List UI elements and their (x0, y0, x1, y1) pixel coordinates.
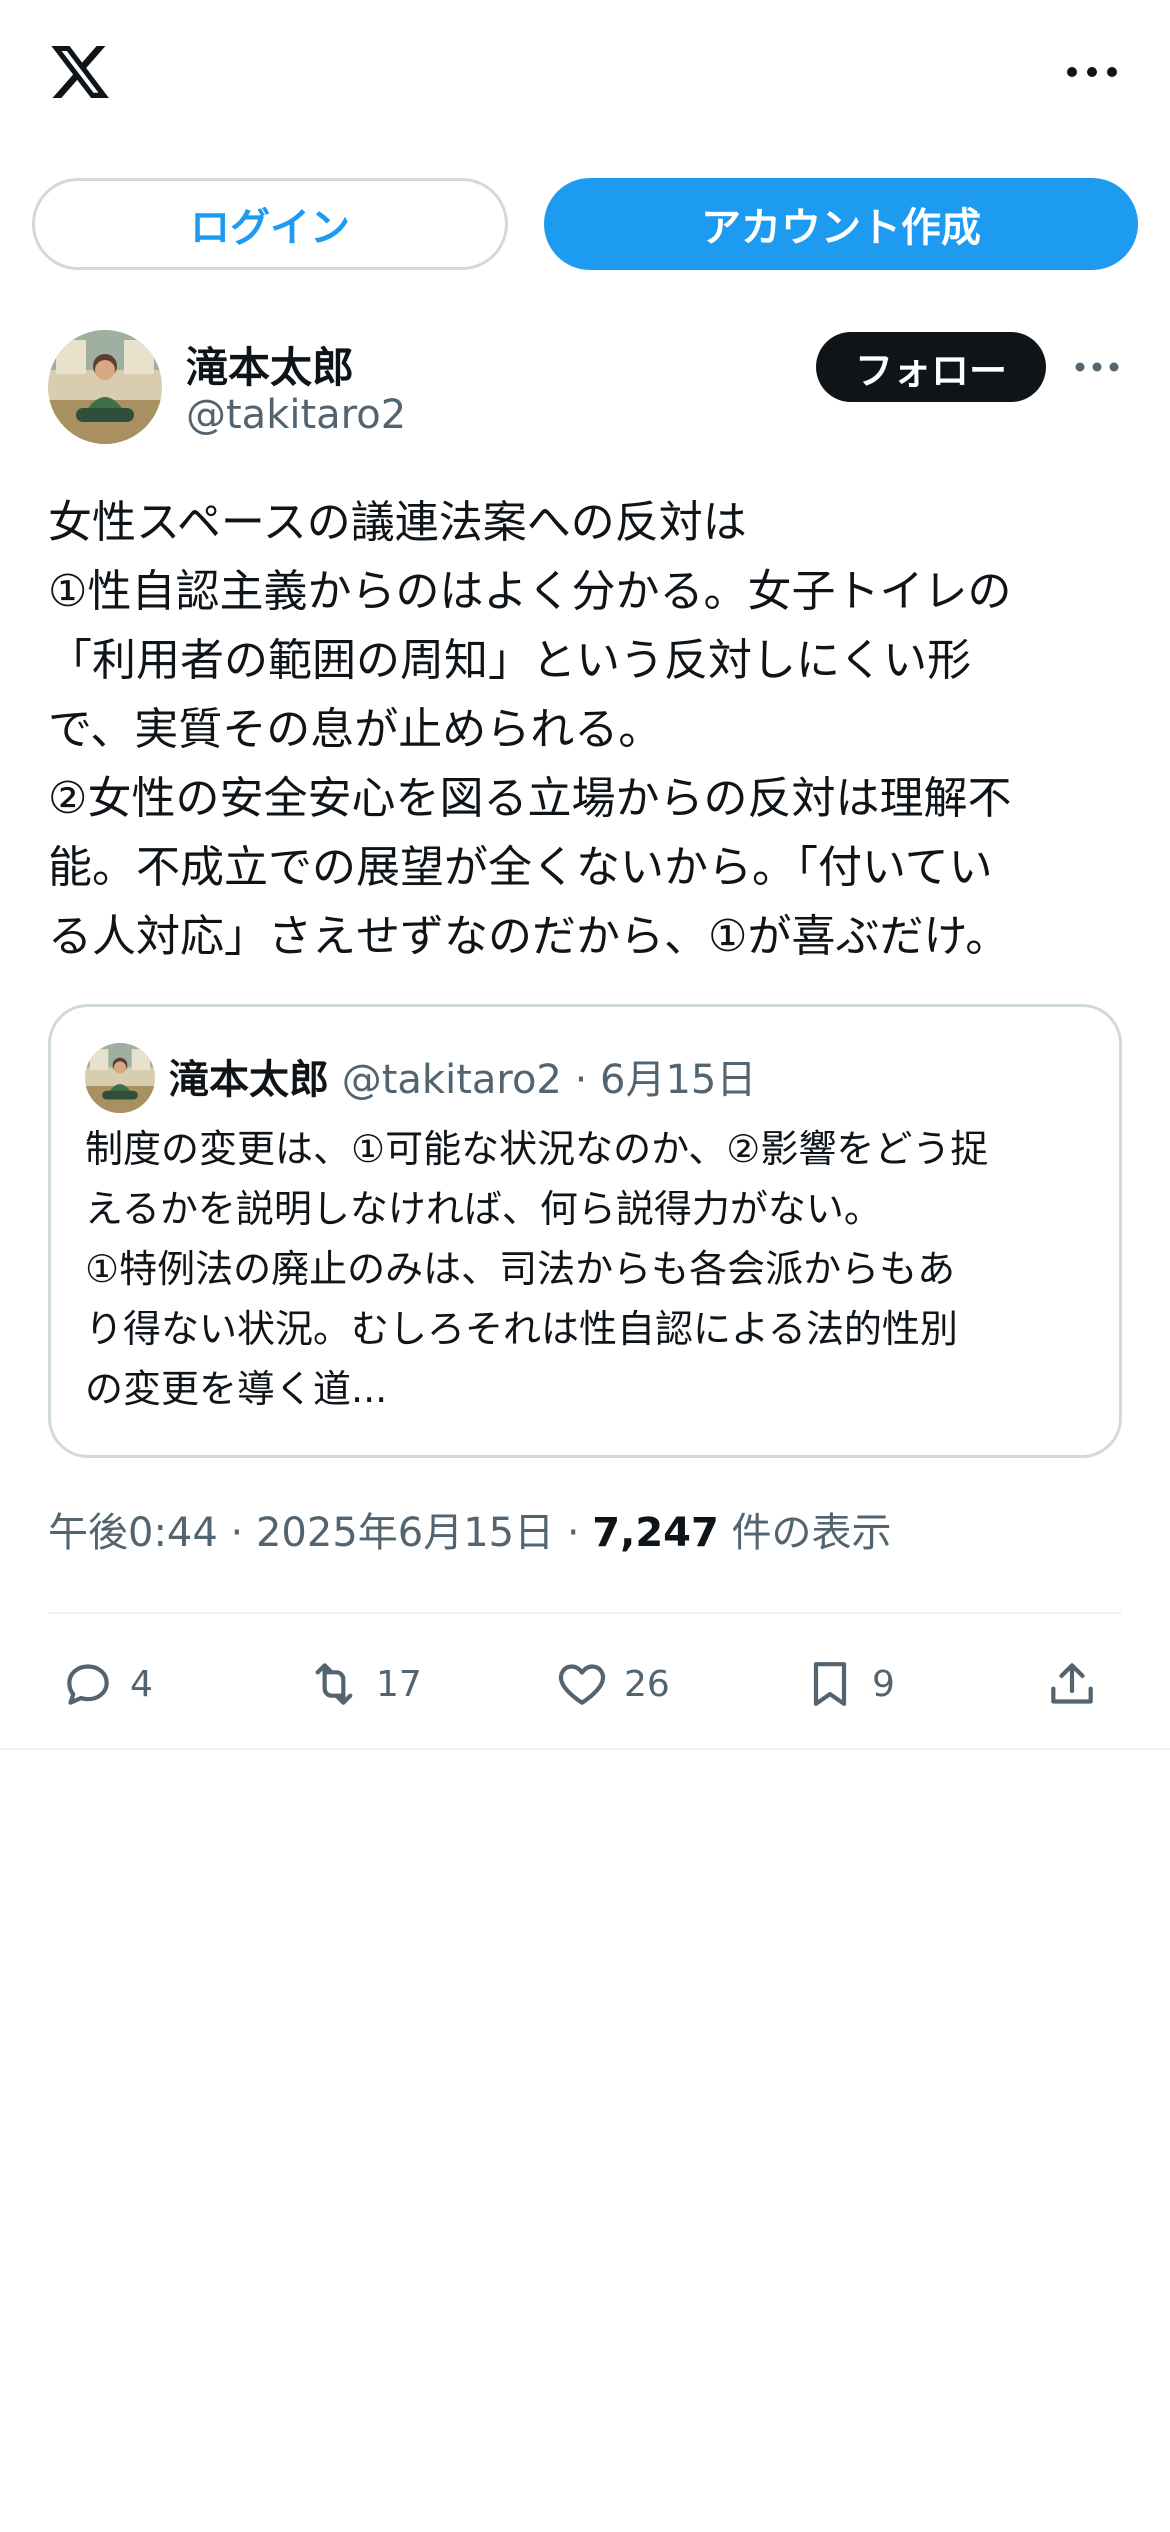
tweet-text: 女性スペースの議連法案への反対は ①性自認主義からのはよく分かる。女子トイレの … (48, 488, 1122, 971)
retweet-button[interactable]: 17 (306, 1644, 422, 1724)
avatar[interactable] (48, 330, 162, 444)
separator: · (566, 1510, 580, 1556)
views-count: 7,247 (592, 1510, 719, 1556)
more-horizontal-icon[interactable] (1072, 350, 1122, 384)
like-button[interactable]: 26 (554, 1644, 670, 1724)
retweet-count: 17 (376, 1663, 422, 1705)
views-label: 件の表示 (731, 1510, 892, 1556)
create-account-button[interactable]: アカウント作成 (544, 178, 1138, 270)
more-horizontal-icon[interactable] (1062, 52, 1122, 92)
author-name[interactable]: 滝本太郎 (186, 334, 354, 395)
quoted-text-line: 制度の変更は、①可能な状況なのか、②影響をどう捉 (85, 1127, 989, 1171)
follow-button[interactable]: フォロー (816, 332, 1046, 402)
bookmark-icon (813, 1662, 847, 1706)
quoted-header: 滝本太郎 @takitaro2 · 6月15日 (169, 1047, 756, 1105)
login-button[interactable]: ログイン (32, 178, 508, 270)
x-logo-icon[interactable] (46, 40, 114, 104)
share-button[interactable] (1044, 1644, 1100, 1724)
separator: · (574, 1057, 588, 1103)
quoted-text-line: り得ない状況。むしろそれは性自認による法的性別 (85, 1307, 958, 1351)
tweet-meta: 午後0:44 · 2025年6月15日 · 7,247 件の表示 (48, 1500, 892, 1558)
quoted-avatar (85, 1043, 155, 1113)
auth-buttons: ログイン アカウント作成 (32, 178, 1138, 270)
retweet-icon (315, 1663, 353, 1705)
quoted-text-line: の変更を導く道... (85, 1367, 388, 1411)
bookmark-button[interactable]: 9 (802, 1644, 895, 1724)
like-count: 26 (624, 1663, 670, 1705)
tweet-author: 滝本太郎 @takitaro2 フォロー (48, 330, 1122, 450)
share-icon (1051, 1663, 1093, 1704)
separator: · (230, 1510, 244, 1556)
tweet-time[interactable]: 午後0:44 (48, 1510, 218, 1556)
action-bar: 4 17 26 9 (48, 1644, 1122, 1724)
tweet-text-line: ①性自認主義からのはよく分かる。女子トイレの (48, 566, 1012, 617)
tweet-text-line: で、実質その息が止められる。 (48, 704, 663, 755)
divider (0, 1748, 1170, 1750)
heart-icon (558, 1664, 606, 1705)
tweet-text-line: る人対応」さえせずなのだから、①が喜ぶだけ。 (48, 911, 1010, 962)
tweet-text-line: ②女性の安全安心を図る立場からの反対は理解不 (48, 773, 1012, 824)
quoted-text: 制度の変更は、①可能な状況なのか、②影響をどう捉 えるかを説明しなければ、何ら説… (85, 1119, 1095, 1419)
tweet-text-line: 能。不成立での展望が全くないから。「付いてい (48, 842, 993, 893)
tweet-text-line: 「利用者の範囲の周知」という反対しにくい形 (48, 635, 972, 686)
quoted-author-name: 滝本太郎 (169, 1057, 329, 1103)
quoted-text-line: えるかを説明しなければ、何ら説得力がない。 (85, 1187, 882, 1231)
reply-icon (67, 1664, 109, 1705)
reply-button[interactable]: 4 (60, 1644, 153, 1724)
quoted-date: 6月15日 (600, 1057, 757, 1103)
quoted-text-line: ①特例法の廃止のみは、司法からも各会派からもあ (85, 1247, 956, 1291)
quoted-tweet[interactable]: 滝本太郎 @takitaro2 · 6月15日 制度の変更は、①可能な状況なのか… (48, 1004, 1122, 1458)
reply-count: 4 (130, 1663, 153, 1705)
avatar-image (85, 1043, 155, 1113)
quoted-author-handle: @takitaro2 (341, 1057, 562, 1103)
tweet-text-line: 女性スペースの議連法案への反対は (48, 497, 747, 548)
divider (48, 1612, 1122, 1614)
author-handle[interactable]: @takitaro2 (186, 392, 406, 438)
avatar-image (48, 330, 162, 444)
bookmark-count: 9 (872, 1663, 895, 1705)
top-bar (0, 0, 1170, 150)
tweet-date[interactable]: 2025年6月15日 (256, 1510, 554, 1556)
